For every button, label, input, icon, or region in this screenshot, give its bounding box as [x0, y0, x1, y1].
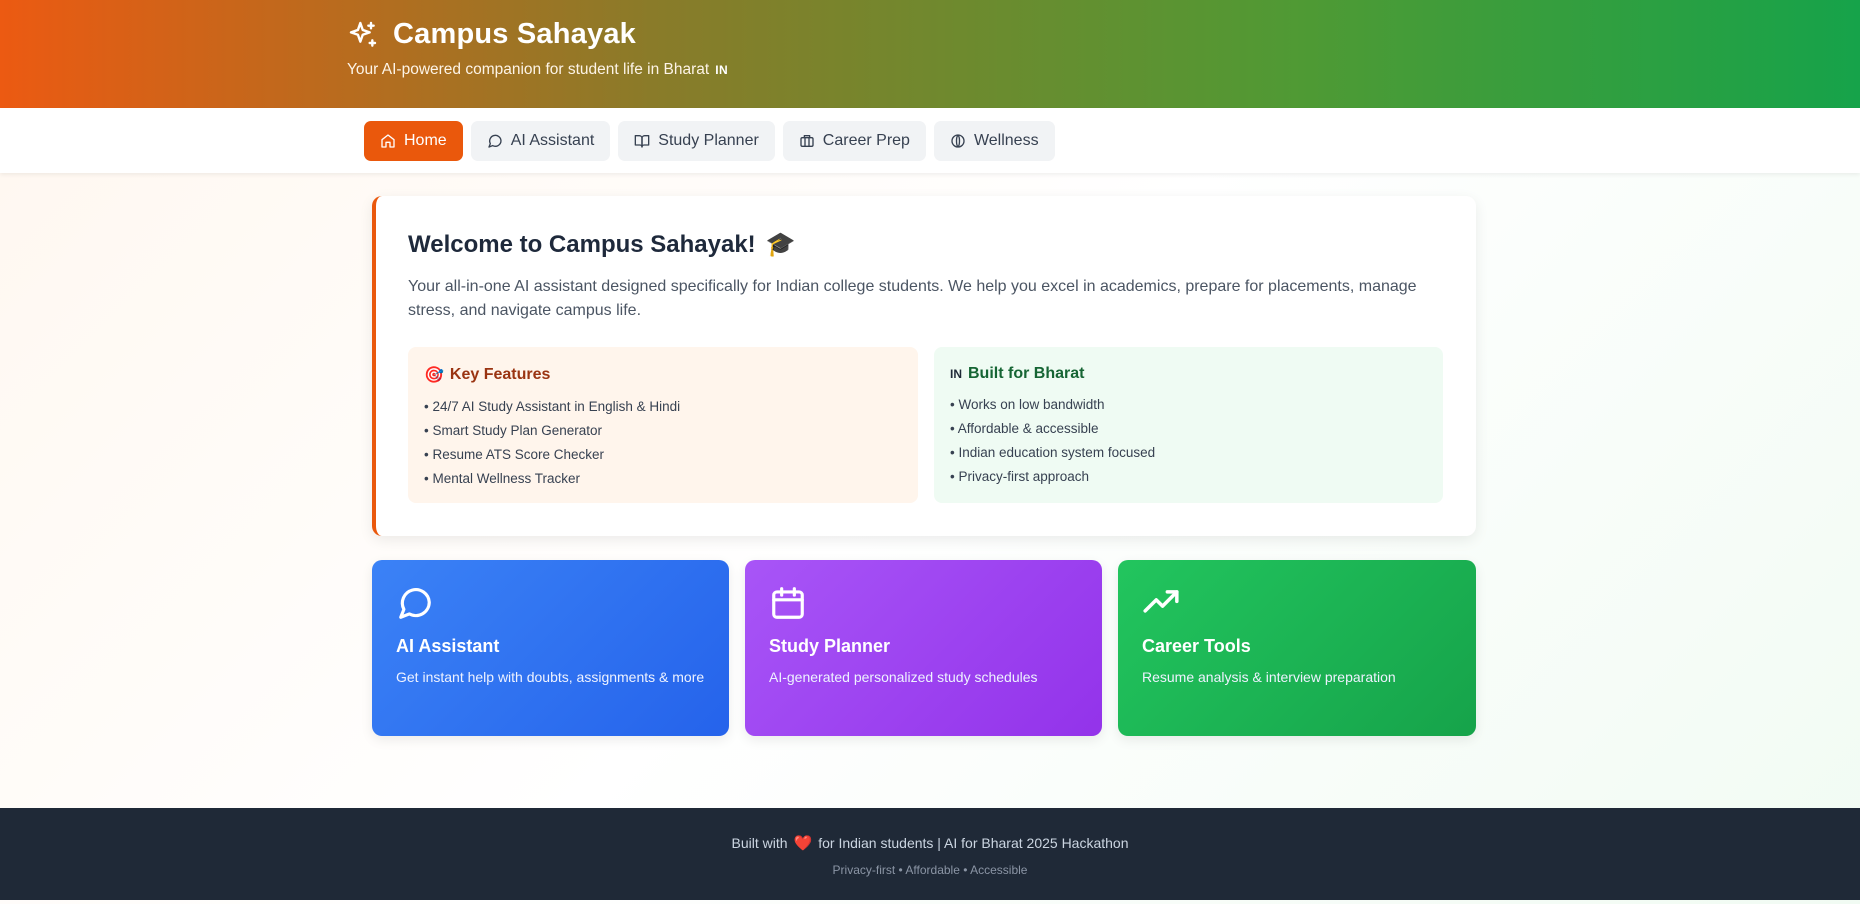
- app-subtitle: Your AI-powered companion for student li…: [347, 61, 1860, 79]
- tab-home[interactable]: Home: [364, 120, 463, 161]
- built-for-bharat-title: Built for Bharat: [968, 365, 1085, 382]
- tab-wellness-label: Wellness: [973, 131, 1039, 149]
- list-item: • Mental Wellness Tracker: [424, 471, 581, 486]
- brand: Campus Sahayak: [347, 18, 1860, 51]
- footer-tagline: Privacy-first • Affordable • Accessible: [832, 863, 1028, 877]
- built-for-bharat-list: • Works on low bandwidth • Affordable & …: [950, 393, 1427, 489]
- study-planner-card-description: AI-generated personalized study schedule…: [769, 669, 1038, 685]
- tab-career-prep-label: Career Prep: [822, 131, 910, 149]
- chat-icon: [488, 134, 502, 148]
- study-planner-card[interactable]: Study Planner AI-generated personalized …: [745, 560, 1102, 736]
- ai-assistant-card-description: Get instant help with doubts, assignment…: [396, 669, 705, 685]
- target-icon: 🎯: [424, 367, 444, 384]
- app-subtitle-text: Your AI-powered companion for student li…: [347, 61, 710, 78]
- tab-ai-assistant[interactable]: AI Assistant: [470, 120, 611, 161]
- list-item: • Affordable & accessible: [950, 421, 1099, 436]
- welcome-title-text: Welcome to Campus Sahayak!: [408, 230, 756, 258]
- welcome-title: Welcome to Campus Sahayak! 🎓: [408, 230, 1444, 259]
- welcome-description: Your all-in-one AI assistant designed sp…: [408, 278, 1417, 319]
- study-planner-card-title: Study Planner: [769, 636, 891, 656]
- briefcase-icon: [800, 134, 814, 147]
- india-flag-badge: IN: [715, 63, 729, 77]
- tab-ai-assistant-label: AI Assistant: [510, 131, 595, 149]
- career-tools-card-description: Resume analysis & interview preparation: [1142, 669, 1396, 685]
- app-title: Campus Sahayak: [393, 18, 636, 50]
- app-footer: Built with ❤️ for Indian students | AI f…: [0, 808, 1860, 900]
- list-item: • Indian education system focused: [950, 445, 1156, 460]
- app-header: Campus Sahayak Your AI-powered companion…: [0, 0, 1860, 108]
- key-features-title: Key Features: [449, 366, 551, 383]
- key-features-heading: 🎯 Key Features: [424, 365, 902, 385]
- ai-assistant-card[interactable]: AI Assistant Get instant help with doubt…: [372, 560, 729, 736]
- main-nav: Home AI Assistant Study Planner Career P…: [0, 108, 1860, 173]
- built-for-bharat-box: IN Built for Bharat • Works on low bandw…: [934, 347, 1443, 503]
- list-item: • Works on low bandwidth: [950, 397, 1105, 412]
- calendar-icon: [772, 587, 804, 619]
- tab-study-planner-label: Study Planner: [658, 131, 759, 149]
- tab-wellness[interactable]: Wellness: [933, 120, 1055, 161]
- tab-home-label: Home: [404, 131, 447, 149]
- ai-assistant-card-title: AI Assistant: [396, 636, 500, 656]
- list-item: • Smart Study Plan Generator: [424, 423, 603, 438]
- home-icon: [381, 133, 395, 148]
- feature-row: 🎯 Key Features • 24/7 AI Study Assistant…: [408, 347, 1444, 503]
- graduation-cap-icon: 🎓: [765, 231, 796, 258]
- list-item: • Privacy-first approach: [950, 469, 1090, 484]
- tab-study-planner[interactable]: Study Planner: [618, 120, 775, 161]
- heart-icon: ❤️: [793, 835, 813, 852]
- career-tools-card-title: Career Tools: [1142, 636, 1251, 656]
- chat-bubble-icon: [399, 588, 431, 619]
- india-flag-icon: IN: [950, 367, 962, 381]
- built-for-bharat-heading: IN Built for Bharat: [950, 365, 1427, 383]
- key-features-list: • 24/7 AI Study Assistant in English & H…: [424, 395, 902, 491]
- footer-text-before: Built with: [731, 835, 788, 851]
- wellness-icon: [951, 133, 965, 148]
- footer-text-after: for Indian students | AI for Bharat 2025…: [818, 835, 1129, 851]
- sparkles-icon: [349, 21, 377, 47]
- footer-credit: Built with ❤️ for Indian students | AI f…: [0, 834, 1860, 852]
- tab-career-prep[interactable]: Career Prep: [782, 120, 926, 161]
- welcome-card: Welcome to Campus Sahayak! 🎓 Your all-in…: [372, 196, 1476, 536]
- book-icon: [634, 134, 650, 148]
- career-tools-card[interactable]: Career Tools Resume analysis & interview…: [1118, 560, 1476, 736]
- list-item: • Resume ATS Score Checker: [424, 447, 605, 462]
- trending-up-icon: [1143, 590, 1179, 613]
- key-features-box: 🎯 Key Features • 24/7 AI Study Assistant…: [408, 347, 918, 503]
- list-item: • 24/7 AI Study Assistant in English & H…: [424, 399, 681, 414]
